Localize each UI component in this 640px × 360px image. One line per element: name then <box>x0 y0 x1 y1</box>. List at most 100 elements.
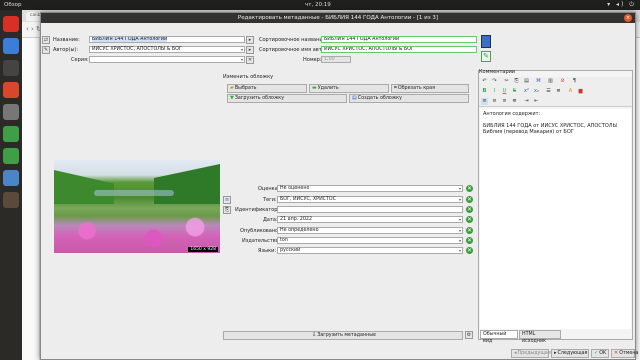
tab-normal-view[interactable]: Обычный вид <box>480 330 518 344</box>
bold-icon[interactable]: B <box>481 88 488 95</box>
generate-cover-button[interactable]: ▤Создать обложку <box>349 94 469 103</box>
superscript-icon[interactable]: x² <box>523 88 530 95</box>
justify-icon[interactable]: ≣ <box>511 98 518 105</box>
remove-cover-button[interactable]: ▬Удалить <box>309 84 389 93</box>
tab-html-source[interactable]: HTML исходник <box>519 330 561 344</box>
check-icon: ✓ <box>594 350 599 356</box>
edit-book-icon[interactable]: ✎ <box>481 51 491 62</box>
outdent-icon[interactable]: ⇤ <box>533 98 540 105</box>
clear-rating-icon[interactable]: ✕ <box>466 185 473 192</box>
book-icon[interactable] <box>481 35 491 48</box>
telegram-icon[interactable] <box>3 38 19 54</box>
indent-icon[interactable]: ⇥ <box>523 98 530 105</box>
dock <box>0 10 22 360</box>
author-sort-field[interactable]: ИИСУС ХРИСТОС, АПОСТОЛЫ & БОГ <box>321 46 477 53</box>
change-cover-label: Изменить обложку <box>223 74 274 80</box>
strikethrough-icon[interactable]: S <box>511 88 518 95</box>
identifiers-icon[interactable]: ⎘ <box>223 206 231 214</box>
highlight-icon[interactable]: ▆ <box>577 88 584 95</box>
clear-published-icon[interactable]: ✕ <box>466 227 473 234</box>
underline-icon[interactable]: U <box>501 88 508 95</box>
files-icon[interactable] <box>3 82 19 98</box>
cover-size: 1650 x 928 <box>188 247 218 252</box>
download-cover-button[interactable]: ▼Загрузить обложку <box>227 94 347 103</box>
clear-identifiers-icon[interactable]: ✕ <box>466 206 473 213</box>
calibre-icon[interactable] <box>3 126 19 142</box>
browser-sidebar <box>22 38 40 360</box>
identifiers-field[interactable] <box>277 206 463 213</box>
published-label: Опубликовано: <box>240 228 280 234</box>
subscript-icon[interactable]: x₂ <box>533 88 540 95</box>
paste-icon[interactable]: ▤ <box>523 78 530 85</box>
prev-icon: ◂ <box>514 350 517 356</box>
languages-field[interactable]: русский ▾ <box>277 247 463 254</box>
align-right-icon[interactable]: ≡ <box>501 98 508 105</box>
title-sort-label: Сортировочное название: <box>259 37 328 43</box>
color-icon[interactable]: A <box>567 88 574 95</box>
generate-icon: ▤ <box>352 95 357 101</box>
identifiers-label: Идентификаторы: <box>235 207 284 213</box>
cover-image: 1650 x 928 <box>54 160 220 253</box>
trim-cover-button[interactable]: ⌗Обрезать края <box>391 84 469 93</box>
series-field[interactable]: ▾ <box>89 56 245 63</box>
chrome-icon[interactable] <box>3 16 19 32</box>
books-icon[interactable] <box>3 192 19 208</box>
series-number-field[interactable]: 1,00 <box>321 56 351 63</box>
title-sort-field[interactable]: БИБЛИЯ 144 ГОДА Антологии <box>321 36 477 43</box>
system-tray[interactable]: ▾ ◂) ⏻ <box>607 1 636 9</box>
title-label: Название: <box>53 37 80 43</box>
terminal-icon[interactable] <box>3 60 19 76</box>
previous-button[interactable]: ◂Предыдущая <box>511 349 551 358</box>
stack-icon[interactable] <box>3 170 19 186</box>
title-field[interactable]: БИБЛИЯ 144 ГОДА Антологии <box>89 36 245 43</box>
comments-editor[interactable]: Антология содержит: БИБЛИЯ 144 ГОДА от И… <box>480 109 631 329</box>
numbered-list-icon[interactable]: ≣ <box>555 88 562 95</box>
clear-series-icon[interactable]: ✕ <box>246 56 254 64</box>
camera-icon[interactable] <box>3 104 19 120</box>
close-icon[interactable]: × <box>624 14 632 22</box>
top-bar: Обзор чт, 20:19 ▾ ◂) ⏻ <box>0 0 640 10</box>
activities-button[interactable]: Обзор <box>4 2 22 8</box>
comments-line: Библия (перевод Макария) от БОГ <box>483 129 574 135</box>
arrow-right-icon[interactable]: ▸ <box>246 46 254 54</box>
clear-icon[interactable]: ⊘ <box>559 78 566 85</box>
align-center-icon[interactable]: ≡ <box>491 98 498 105</box>
tags-editor-icon[interactable]: ≡ <box>223 196 231 204</box>
swap-icon[interactable]: ⇄ <box>42 36 50 44</box>
select-cover-button[interactable]: ▰Выбрать <box>227 84 307 93</box>
date-label: Дата: <box>263 217 278 223</box>
clear-publisher-icon[interactable]: ✕ <box>466 237 473 244</box>
clear-date-icon[interactable]: ✕ <box>466 216 473 223</box>
format-icon[interactable]: ¶ <box>571 78 578 85</box>
clear-tags-icon[interactable]: ✕ <box>466 196 473 203</box>
copy-icon[interactable]: ⎘ <box>513 78 520 85</box>
download-metadata-button[interactable]: ⇩Загрузить метаданные <box>223 331 463 340</box>
print-icon[interactable]: ▥ <box>547 78 554 85</box>
languages-label: Языки: <box>258 248 277 254</box>
published-field[interactable]: Не определено ▾ <box>277 227 463 234</box>
trim-icon: ⌗ <box>394 85 397 91</box>
redo-icon[interactable]: ↷ <box>491 78 498 85</box>
configure-icon[interactable]: ⚙ <box>465 331 473 339</box>
rating-field[interactable]: Не оценено ▾ <box>277 185 463 192</box>
arrow-right-icon[interactable]: ▸ <box>246 36 254 44</box>
undo-icon[interactable]: ↶ <box>481 78 488 85</box>
cancel-button[interactable]: ✕Отмена <box>611 349 638 358</box>
edit-authors-icon[interactable]: ✎ <box>42 46 50 54</box>
cancel-icon: ✕ <box>614 350 619 356</box>
next-button[interactable]: ▸Следующая <box>551 349 589 358</box>
clock[interactable]: чт, 20:19 <box>305 2 331 8</box>
align-left-icon[interactable]: ≡ <box>481 98 488 105</box>
authors-field[interactable]: ИИСУС ХРИСТОС, АПОСТОЛЫ & БОГ ▾ <box>89 46 245 53</box>
ok-button[interactable]: ✓OK <box>591 349 609 358</box>
italic-icon[interactable]: I <box>491 88 498 95</box>
remove-icon: ▬ <box>312 85 317 91</box>
tags-field[interactable]: БОГ, ИИСУС, ХРИСТОС ▾ <box>277 196 463 203</box>
publisher-field[interactable]: ton ▾ <box>277 237 463 244</box>
cut-icon[interactable]: ✂ <box>503 78 510 85</box>
date-field[interactable]: 21 апр. 2022 ▾ <box>277 216 463 223</box>
calibre-icon[interactable] <box>3 148 19 164</box>
link-icon[interactable]: ⌘ <box>535 78 542 85</box>
bullet-list-icon[interactable]: ☰ <box>545 88 552 95</box>
clear-languages-icon[interactable]: ✕ <box>466 247 473 254</box>
